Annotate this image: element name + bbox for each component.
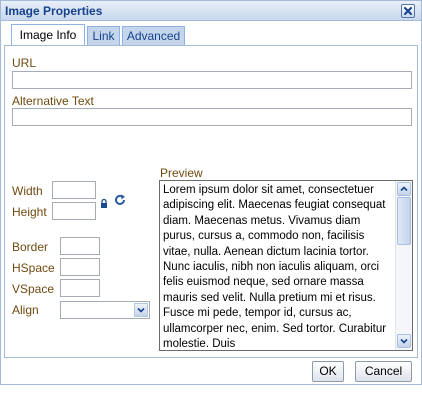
scroll-down-icon[interactable] [397, 334, 411, 348]
border-label: Border [12, 240, 49, 254]
hspace-label: HSpace [12, 261, 55, 275]
hspace-field[interactable] [60, 258, 100, 276]
image-info-panel: URL Alternative Text Width Height Border… [4, 45, 418, 358]
vspace-field[interactable] [60, 279, 100, 297]
preview-box: Lorem ipsum dolor sit amet, consectetuer… [159, 180, 413, 351]
tab-image-info[interactable]: Image Info [11, 24, 85, 46]
width-label: Width [12, 184, 43, 198]
close-icon[interactable] [401, 4, 415, 18]
alt-text-label: Alternative Text [12, 94, 94, 108]
chevron-down-icon[interactable] [134, 303, 148, 317]
preview-label: Preview [160, 166, 203, 180]
height-label: Height [12, 205, 47, 219]
tab-link-label: Link [92, 29, 115, 43]
image-properties-dialog: Image Properties Image Info Link Advance… [0, 0, 422, 385]
alt-text-field[interactable] [12, 108, 412, 126]
width-field[interactable] [52, 181, 96, 199]
url-label: URL [12, 56, 37, 70]
vspace-label: VSpace [12, 282, 55, 296]
lock-icon[interactable] [100, 197, 108, 211]
reset-size-icon[interactable] [114, 194, 126, 209]
height-field[interactable] [52, 202, 96, 220]
tab-advanced-label: Advanced [126, 29, 181, 43]
tab-advanced[interactable]: Advanced [122, 26, 185, 45]
scroll-up-icon[interactable] [397, 182, 411, 196]
align-label: Align [12, 303, 39, 317]
url-field[interactable] [12, 71, 412, 89]
ok-button[interactable]: OK [312, 361, 344, 382]
dialog-title: Image Properties [5, 4, 103, 18]
align-select[interactable] [60, 301, 150, 319]
scroll-thumb[interactable] [397, 197, 411, 245]
cancel-button[interactable]: Cancel [355, 361, 412, 382]
tab-link[interactable]: Link [87, 26, 120, 45]
tab-image-info-label: Image Info [19, 28, 77, 42]
preview-text: Lorem ipsum dolor sit amet, consectetuer… [163, 184, 387, 351]
preview-scrollbar[interactable] [395, 181, 412, 350]
dialog-titlebar[interactable]: Image Properties [1, 1, 421, 21]
border-field[interactable] [60, 237, 100, 255]
